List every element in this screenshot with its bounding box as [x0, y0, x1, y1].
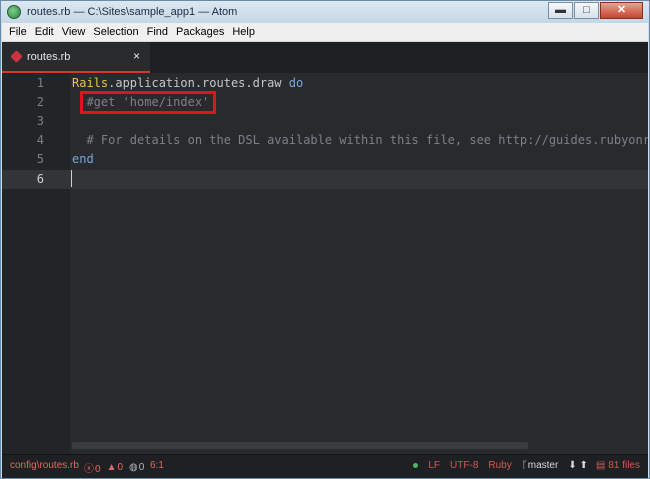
menu-help[interactable]: Help: [228, 26, 259, 38]
line-code: # For details on the DSL available withi…: [72, 131, 648, 150]
code-line-6[interactable]: 6: [2, 170, 648, 189]
window-title: routes.rb — C:\Sites\sample_app1 — Atom: [27, 6, 238, 18]
line-number: 5: [36, 152, 44, 166]
code-line-4[interactable]: 4 # For details on the DSL available wit…: [2, 131, 648, 150]
code-token: do: [288, 76, 304, 90]
menu-packages[interactable]: Packages: [172, 26, 228, 38]
line-number: 3: [36, 114, 44, 128]
status-grammar[interactable]: Ruby: [488, 460, 511, 471]
menu-file[interactable]: File: [2, 26, 31, 38]
info-count: 0: [138, 462, 145, 473]
code-line-5[interactable]: 5 end: [2, 150, 648, 169]
code-token: Rails: [72, 76, 109, 90]
title-bar: routes.rb — C:\Sites\sample_app1 — Atom …: [1, 1, 649, 23]
tab-close-icon[interactable]: ×: [133, 49, 140, 63]
info-icon: ◍: [129, 462, 138, 473]
menu-edit[interactable]: Edit: [31, 26, 58, 38]
horizontal-scrollbar[interactable]: [72, 442, 528, 449]
line-number: 6: [36, 172, 44, 186]
status-encoding[interactable]: UTF-8: [450, 460, 478, 471]
code-line-3[interactable]: 3: [2, 112, 648, 131]
tab-routes-rb[interactable]: routes.rb ×: [2, 42, 150, 73]
status-files[interactable]: 81 files: [608, 460, 640, 471]
atom-app-icon: [7, 5, 21, 19]
error-count: 0: [95, 464, 101, 475]
code-token: end: [72, 152, 94, 166]
tab-label: routes.rb: [27, 50, 71, 63]
minimize-button[interactable]: ▬: [548, 2, 573, 19]
maximize-button[interactable]: □: [574, 2, 599, 19]
file-changes-icon: ▤: [595, 460, 606, 471]
git-clean-dot-icon: [413, 463, 419, 468]
status-right-group: LF UTF-8 Ruby ᚴ master ⬇ ⬆ ▤ 81 files: [413, 460, 640, 471]
close-button[interactable]: ✕: [600, 2, 643, 19]
status-cursor-position[interactable]: 6:1: [150, 460, 164, 471]
fetch-push-arrows-icon[interactable]: ⬇ ⬆: [568, 460, 588, 471]
menu-view[interactable]: View: [58, 26, 90, 38]
line-number: 4: [36, 133, 44, 147]
warning-count: 0: [117, 462, 124, 473]
code-token: .application.routes.draw: [108, 76, 289, 90]
warning-icon: ▲: [106, 462, 117, 473]
tab-bar: routes.rb ×: [2, 42, 648, 74]
code-editor[interactable]: 1 Rails.application.routes.draw do 2 #ge…: [2, 73, 648, 454]
menu-selection[interactable]: Selection: [89, 26, 142, 38]
ruby-gem-icon: [10, 50, 23, 63]
line-number: 2: [36, 95, 44, 109]
menu-find[interactable]: Find: [143, 26, 172, 38]
annotation-highlight-box: [80, 91, 216, 114]
text-cursor: [71, 170, 72, 187]
atom-window: routes.rb — C:\Sites\sample_app1 — Atom …: [0, 0, 650, 479]
error-icon: ⓧ: [84, 464, 94, 475]
status-diagnostics[interactable]: ⓧ0 ▲0 ◍0: [84, 460, 150, 475]
code-token: # For details on the DSL available withi…: [86, 133, 648, 147]
status-line-ending[interactable]: LF: [428, 460, 440, 471]
status-bar: config\routes.rb ⓧ0 ▲0 ◍0 6:1 LF UTF-8 R…: [2, 454, 648, 478]
status-file-path[interactable]: config\routes.rb: [10, 460, 79, 471]
menu-bar: File Edit View Selection Find Packages H…: [2, 23, 648, 42]
line-number: 1: [36, 76, 44, 90]
window-controls: ▬ □ ✕: [548, 2, 643, 19]
status-branch[interactable]: master: [528, 460, 559, 471]
line-code: end: [72, 150, 94, 169]
